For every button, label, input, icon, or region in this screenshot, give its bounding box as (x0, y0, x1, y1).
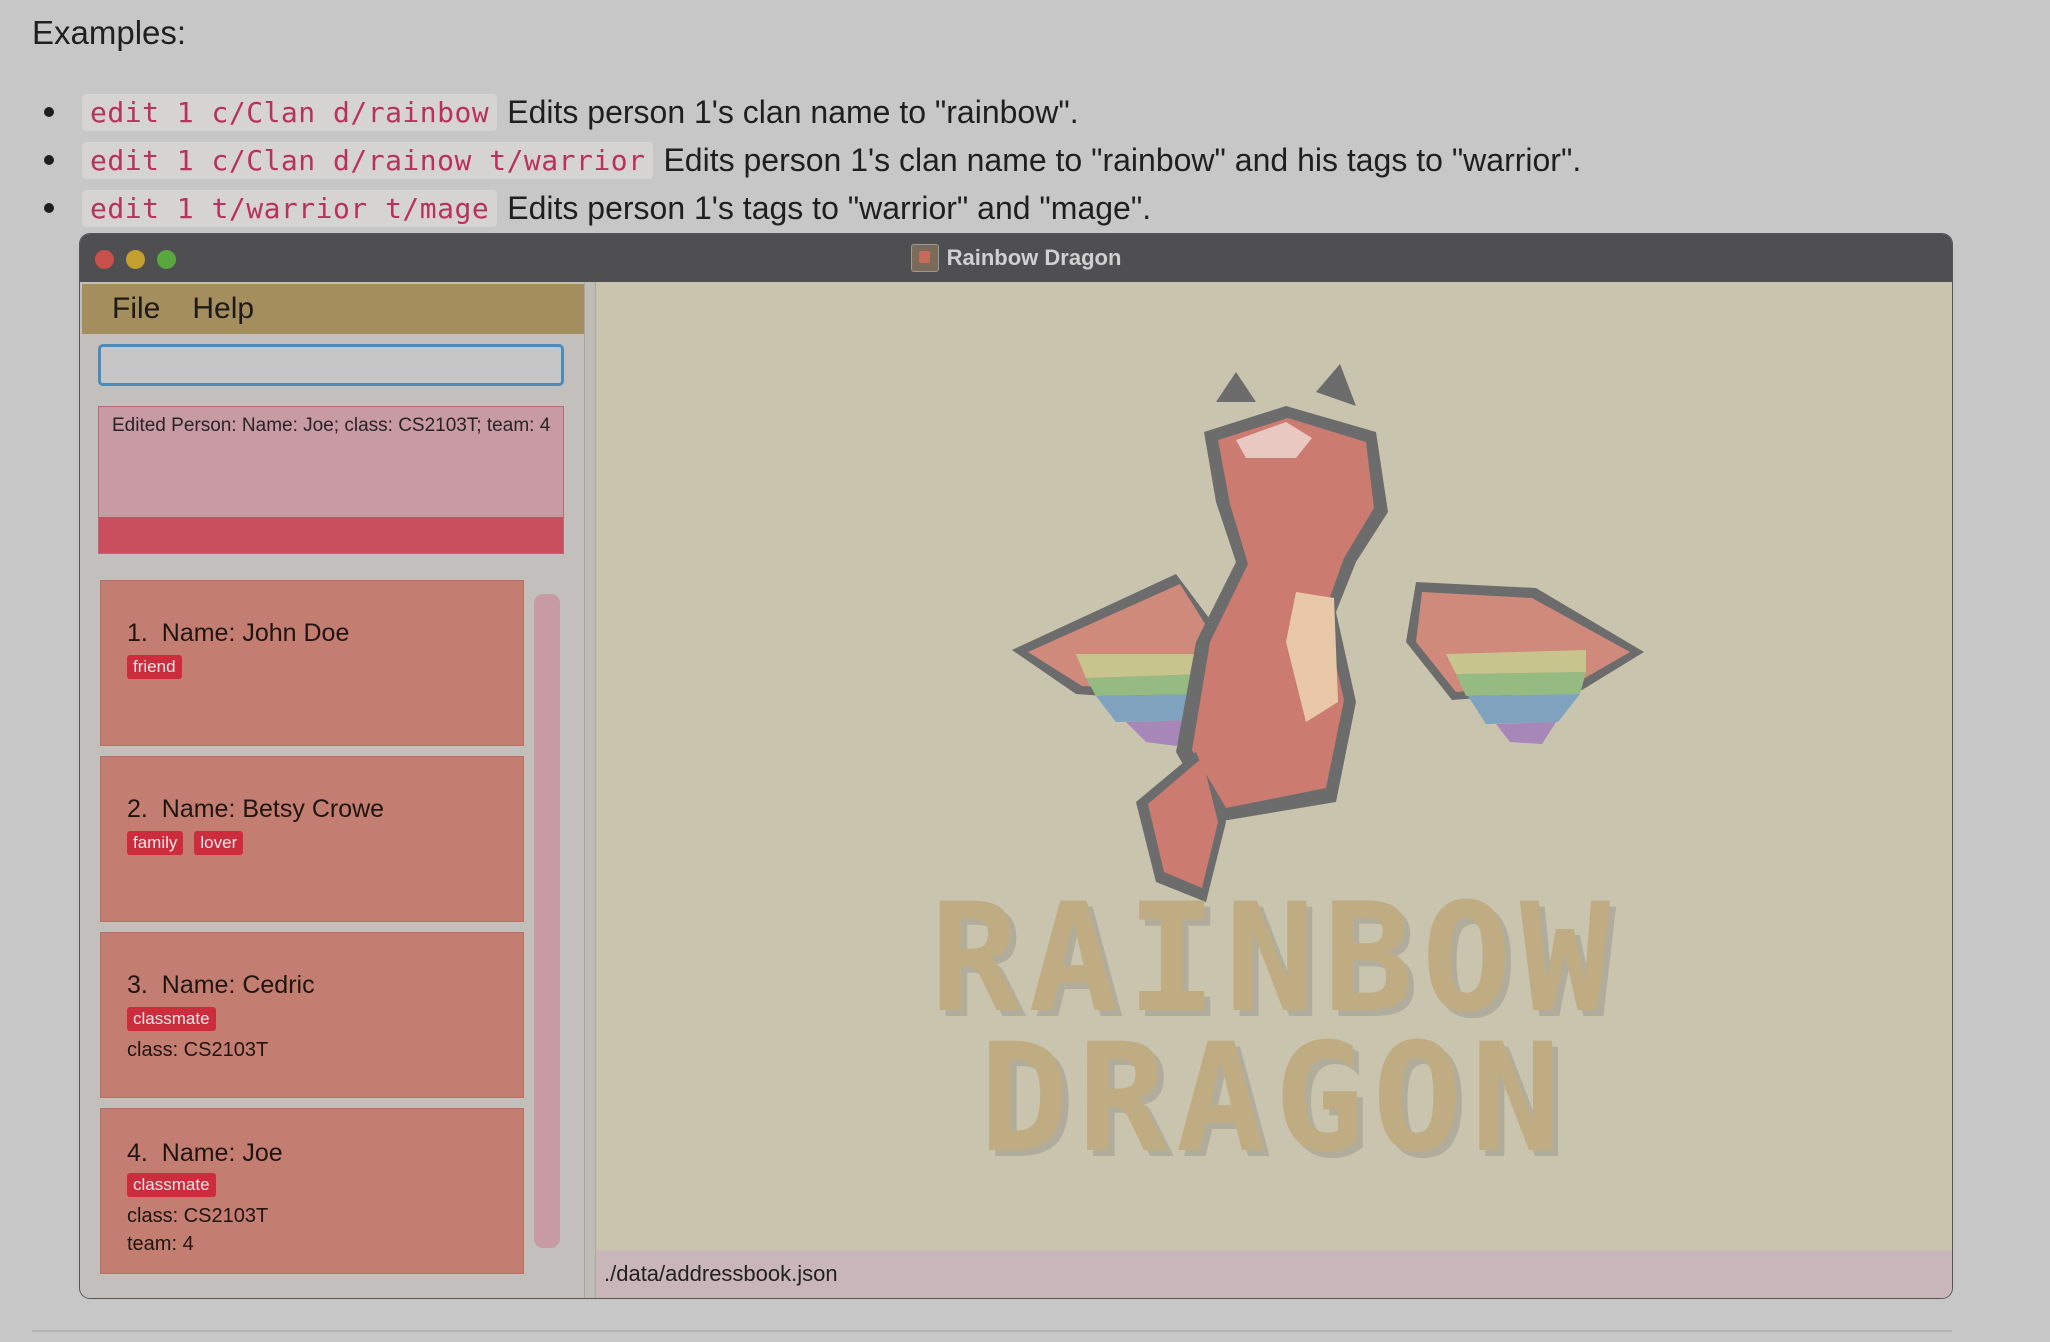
example-item: edit 1 t/warrior t/mage Edits person 1's… (42, 184, 1581, 232)
split-pane-divider[interactable] (584, 282, 596, 1298)
result-scroll-area (99, 517, 563, 553)
section-divider (32, 1330, 1952, 1332)
tag-badge: classmate (127, 1173, 216, 1197)
person-name: 3. Name: Cedric (127, 971, 315, 1000)
person-tags: classmate (127, 1007, 227, 1031)
person-index: 3. (127, 971, 148, 999)
person-index: 2. (127, 795, 148, 823)
menu-help[interactable]: Help (192, 292, 254, 326)
example-description: Edits person 1's clan name to "rainbow". (507, 93, 1079, 130)
person-tags: family lover (127, 831, 254, 855)
examples-heading: Examples: (32, 14, 187, 51)
person-index: 1. (127, 619, 148, 647)
dragon-app-icon (910, 244, 939, 272)
result-message: Edited Person: Name: Joe; class: CS2103T… (112, 415, 551, 436)
examples-list: edit 1 c/Clan d/rainbow Edits person 1's… (42, 88, 1581, 232)
person-card[interactable]: 3. Name: Cedric classmate class: CS2103T (100, 932, 524, 1098)
left-pane: File Help Edited Person: Name: Joe; clas… (80, 282, 584, 1298)
tag-badge: family (127, 831, 184, 855)
list-scrollbar[interactable] (534, 594, 560, 1248)
person-name-text: Name: Betsy Crowe (161, 795, 385, 823)
browser-panel: RAINBOW DRAGON (596, 282, 1952, 1250)
person-card[interactable]: 1. Name: John Doe friend (100, 580, 524, 746)
person-name: 2. Name: Betsy Crowe (127, 795, 384, 824)
person-name: 4. Name: Joe (127, 1139, 283, 1168)
command-input[interactable] (98, 344, 564, 386)
app-window: Rainbow Dragon File Help Edited Person: … (80, 234, 1952, 1298)
example-description: Edits person 1's tags to "warrior" and "… (507, 189, 1152, 226)
tag-badge: lover (194, 831, 244, 855)
bullet-icon (44, 203, 54, 213)
example-item: edit 1 c/Clan d/rainbow Edits person 1's… (42, 88, 1581, 136)
menu-bar: File Help (82, 284, 584, 334)
menu-file[interactable]: File (112, 292, 160, 326)
example-code: edit 1 t/warrior t/mage (82, 189, 498, 227)
person-tags: friend (127, 655, 193, 679)
person-name: 1. Name: John Doe (127, 619, 349, 648)
window-title: Rainbow Dragon (80, 234, 1952, 282)
person-tags: classmate (127, 1173, 227, 1197)
person-team: team: 4 (127, 1233, 194, 1255)
person-card[interactable]: 2. Name: Betsy Crowe family lover (100, 756, 524, 922)
person-card[interactable]: 4. Name: Joe classmate class: CS2103T te… (100, 1108, 524, 1274)
tag-badge: classmate (127, 1007, 216, 1031)
person-list: 1. Name: John Doe friend 2. Name: Betsy … (98, 580, 570, 1278)
bullet-icon (44, 155, 54, 165)
result-display: Edited Person: Name: Joe; class: CS2103T… (98, 406, 564, 554)
example-description: Edits person 1's clan name to "rainbow" … (663, 141, 1582, 178)
person-class: class: CS2103T (127, 1205, 269, 1227)
bullet-icon (44, 107, 54, 117)
right-wing-icon (1406, 582, 1644, 744)
window-title-text: Rainbow Dragon (946, 245, 1122, 270)
example-code: edit 1 c/Clan d/rainow t/warrior (82, 141, 654, 179)
example-item: edit 1 c/Clan d/rainow t/warrior Edits p… (42, 136, 1581, 184)
person-name-text: Name: John Doe (161, 619, 350, 647)
person-name-text: Name: Joe (161, 1139, 283, 1167)
person-class: class: CS2103T (127, 1039, 269, 1061)
title-bar[interactable]: Rainbow Dragon (80, 234, 1952, 282)
tag-badge: friend (127, 655, 182, 679)
status-bar: ./data/addressbook.json (596, 1250, 1952, 1298)
example-code: edit 1 c/Clan d/rainbow (82, 93, 498, 131)
person-name-text: Name: Cedric (161, 971, 315, 999)
status-file-path: ./data/addressbook.json (604, 1261, 838, 1286)
person-index: 4. (127, 1139, 148, 1167)
logo-title-line2: DRAGON (979, 1012, 1569, 1186)
